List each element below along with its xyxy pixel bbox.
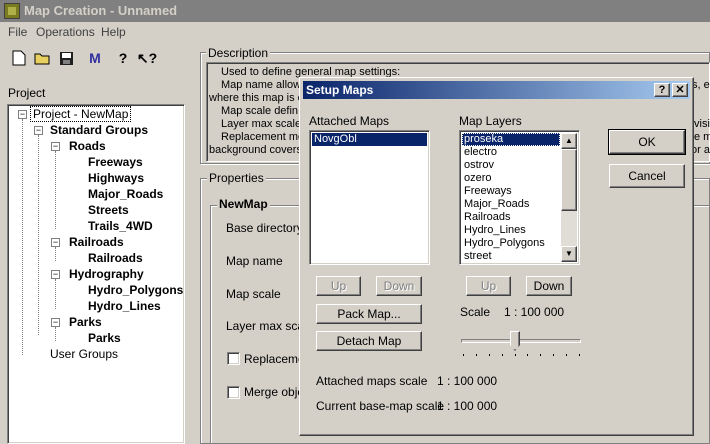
map-name-label: Map name	[226, 254, 283, 268]
replacement-checkbox[interactable]	[227, 352, 240, 365]
list-item[interactable]: Hydro_Polygons	[462, 237, 545, 250]
open-icon[interactable]	[32, 47, 54, 69]
tree-standard-groups[interactable]: Standard Groups	[50, 123, 148, 137]
list-item[interactable]: Freeways	[462, 185, 512, 198]
scale-label: Scale	[460, 305, 491, 319]
slider-tick	[489, 354, 490, 356]
project-tree[interactable]: − Project - NewMap − Standard Groups − R…	[7, 104, 185, 444]
list-item[interactable]: Hydro_Lines	[462, 224, 526, 237]
help-icon[interactable]: ?	[112, 47, 134, 69]
list-item[interactable]: street	[462, 250, 492, 263]
current-scale-value: 1 : 100 000	[437, 399, 498, 413]
menu-bar: File Operations Help	[0, 22, 710, 42]
tree-item[interactable]: Railroads	[88, 251, 143, 265]
menu-operations[interactable]: Operations	[36, 25, 95, 39]
dialog-close-button[interactable]: ✕	[672, 83, 688, 97]
list-item[interactable]: ozero	[462, 172, 492, 185]
description-label: Description	[206, 46, 271, 60]
scale-slider-thumb[interactable]	[510, 331, 520, 351]
setup-maps-dialog: Setup Maps ? ✕ Attached Maps NovgObl Map…	[299, 77, 694, 436]
map-layers-list[interactable]: proseka electro ostrov ozero Freeways Ma…	[459, 130, 580, 265]
slider-tick	[566, 354, 567, 356]
slider-tick	[579, 354, 580, 356]
slider-tick	[540, 354, 541, 356]
scroll-up-icon[interactable]: ▲	[561, 133, 577, 149]
current-scale-label: Current base-map scale	[316, 399, 445, 413]
tree-item[interactable]: Freeways	[88, 155, 143, 169]
merge-objects-label: Merge obje	[244, 385, 305, 399]
layers-scrollbar[interactable]: ▲ ▼	[561, 133, 577, 262]
tree-user-groups[interactable]: User Groups	[50, 347, 118, 361]
tree-item[interactable]: Hydro_Polygons	[88, 283, 183, 297]
tree-hydrography[interactable]: Hydrography	[69, 267, 144, 281]
map-scale-label: Map scale	[226, 287, 281, 301]
layer-up-button[interactable]: Up	[466, 276, 511, 296]
slider-tick	[476, 354, 477, 356]
ok-button[interactable]: OK	[608, 129, 686, 155]
attached-scale-value: 1 : 100 000	[437, 374, 498, 388]
slider-tick	[527, 354, 528, 356]
tree-railroads[interactable]: Railroads	[69, 235, 124, 249]
attached-up-button[interactable]: Up	[316, 276, 361, 296]
newmap-label: NewMap	[217, 197, 270, 211]
dialog-title: Setup Maps	[306, 83, 374, 97]
pack-map-button[interactable]: Pack Map...	[316, 304, 422, 324]
menu-help[interactable]: Help	[101, 25, 126, 39]
new-icon[interactable]	[8, 47, 30, 69]
map-icon[interactable]: M	[84, 47, 106, 69]
map-layers-label: Map Layers	[459, 114, 522, 128]
tree-item[interactable]: Trails_4WD	[88, 219, 153, 233]
slider-tick	[502, 354, 503, 356]
dialog-title-bar: Setup Maps ? ✕	[303, 81, 690, 99]
slider-tick	[553, 354, 554, 356]
detach-map-button[interactable]: Detach Map	[316, 331, 422, 351]
tree-item[interactable]: Streets	[88, 203, 129, 217]
save-icon[interactable]	[55, 47, 77, 69]
attached-maps-list[interactable]: NovgObl	[309, 130, 430, 265]
window-title: Map Creation - Unnamed	[24, 3, 178, 18]
context-help-icon[interactable]: ↖?	[136, 47, 158, 69]
tree-root[interactable]: Project - NewMap	[30, 106, 132, 122]
attached-scale-label: Attached maps scale	[316, 374, 428, 388]
list-item[interactable]: NovgObl	[312, 133, 427, 146]
cancel-button[interactable]: Cancel	[609, 164, 685, 188]
app-icon	[4, 3, 20, 19]
list-item[interactable]: Railroads	[462, 211, 510, 224]
attached-maps-label: Attached Maps	[309, 114, 390, 128]
scale-slider-track[interactable]	[461, 339, 581, 343]
tree-item[interactable]: Parks	[88, 331, 121, 345]
scroll-thumb[interactable]	[561, 149, 577, 211]
window-title-bar: Map Creation - Unnamed	[0, 0, 710, 22]
tree-item[interactable]: Highways	[88, 171, 144, 185]
merge-objects-checkbox[interactable]	[227, 386, 240, 399]
scale-value: 1 : 100 000	[504, 305, 565, 319]
list-item[interactable]: Major_Roads	[462, 198, 529, 211]
list-item[interactable]: proseka	[462, 133, 560, 146]
menu-file[interactable]: File	[8, 25, 27, 39]
list-item[interactable]: ostrov	[462, 159, 494, 172]
slider-tick	[463, 354, 464, 356]
tree-parks[interactable]: Parks	[69, 315, 102, 329]
project-label: Project	[8, 86, 46, 100]
dialog-help-button[interactable]: ?	[654, 83, 670, 97]
replacement-label: Replaceme	[244, 352, 305, 366]
properties-label: Properties	[207, 171, 266, 185]
scroll-down-icon[interactable]: ▼	[561, 246, 577, 262]
layer-down-button[interactable]: Down	[526, 276, 572, 296]
list-item[interactable]: electro	[462, 146, 497, 159]
slider-tick	[515, 354, 516, 356]
base-directory-label: Base directory	[226, 221, 303, 235]
tree-roads[interactable]: Roads	[69, 139, 106, 153]
attached-down-button[interactable]: Down	[376, 276, 422, 296]
tree-item[interactable]: Hydro_Lines	[88, 299, 161, 313]
tree-item[interactable]: Major_Roads	[88, 187, 163, 201]
